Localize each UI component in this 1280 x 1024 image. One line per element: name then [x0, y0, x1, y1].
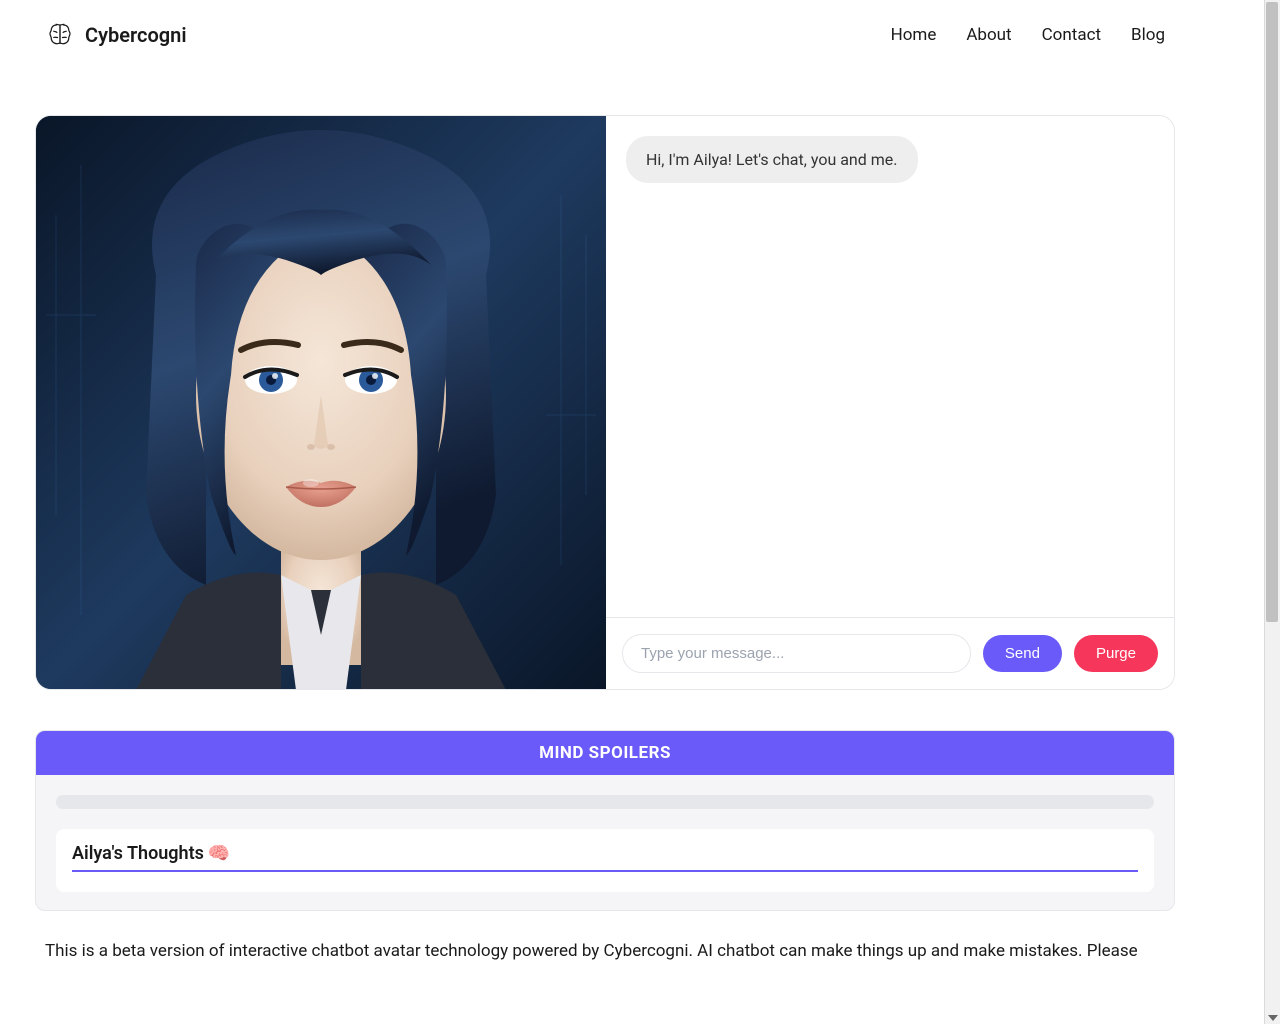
scrollbar-thumb[interactable]: [1266, 2, 1278, 622]
thoughts-box: Ailya's Thoughts 🧠: [56, 829, 1154, 892]
chat-card: Hi, I'm Ailya! Let's chat, you and me. S…: [35, 115, 1175, 690]
brain-icon: [45, 20, 75, 50]
nav-home[interactable]: Home: [891, 25, 937, 45]
nav-contact[interactable]: Contact: [1042, 25, 1101, 45]
site-header: Cybercogni Home About Contact Blog: [0, 0, 1210, 70]
thoughts-title: Ailya's Thoughts 🧠: [72, 843, 1138, 872]
input-row: Send Purge: [606, 617, 1174, 689]
progress-bar: [56, 795, 1154, 809]
disclaimer-text: This is a beta version of interactive ch…: [35, 939, 1175, 965]
message-input[interactable]: [622, 634, 971, 673]
messages-area[interactable]: Hi, I'm Ailya! Let's chat, you and me.: [606, 116, 1174, 617]
mind-spoilers-card: MIND SPOILERS Ailya's Thoughts 🧠: [35, 730, 1175, 911]
main-nav: Home About Contact Blog: [891, 25, 1165, 45]
scrollbar[interactable]: [1264, 0, 1280, 1024]
brain-emoji-icon: 🧠: [208, 843, 230, 864]
brand-name: Cybercogni: [85, 23, 187, 47]
send-button[interactable]: Send: [983, 635, 1062, 672]
avatar-image: [36, 116, 606, 689]
purge-button[interactable]: Purge: [1074, 635, 1158, 672]
mind-spoilers-header: MIND SPOILERS: [36, 731, 1174, 775]
main-container: Hi, I'm Ailya! Let's chat, you and me. S…: [0, 70, 1210, 965]
scroll-down-icon[interactable]: [1268, 1015, 1278, 1021]
chat-panel: Hi, I'm Ailya! Let's chat, you and me. S…: [606, 116, 1174, 689]
thoughts-title-text: Ailya's Thoughts: [72, 843, 204, 864]
nav-blog[interactable]: Blog: [1131, 25, 1165, 45]
logo-area[interactable]: Cybercogni: [45, 20, 187, 50]
nav-about[interactable]: About: [966, 25, 1011, 45]
bot-message: Hi, I'm Ailya! Let's chat, you and me.: [626, 136, 918, 183]
avatar-panel: [36, 116, 606, 689]
